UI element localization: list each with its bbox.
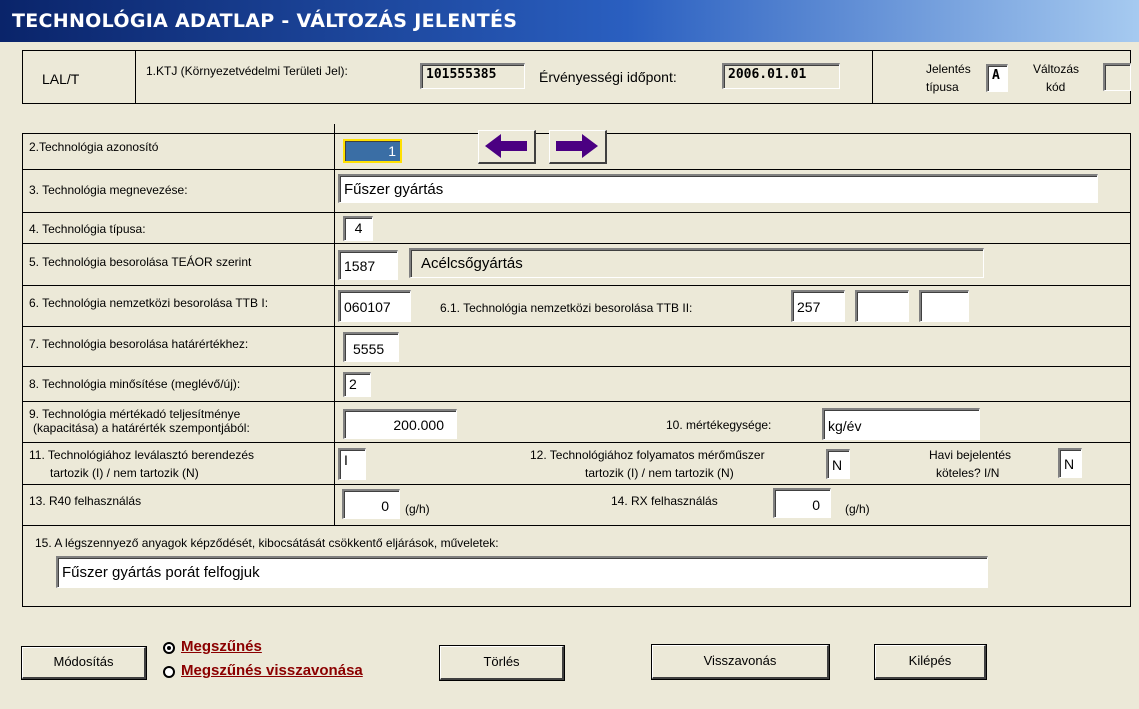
unit-label: 10. mértékegysége: [666,418,772,432]
capacity-label: 9. Technológia mértékadó teljesítménye [29,407,241,421]
change-code-label: Változás [1033,62,1080,76]
report-type-label: Jelentés [926,62,971,76]
ktj-field[interactable]: 101555385 [420,63,525,89]
limit-class-field[interactable]: 5555 [343,332,399,362]
ttb2-field-2[interactable] [855,290,909,322]
tech-name-field[interactable]: Fűszer gyártás [338,174,1098,203]
next-record-button[interactable] [549,130,607,164]
header-divider [872,50,873,104]
termination-revoke-text: Megszűnés visszavonása [181,662,363,679]
row-divider [22,243,1131,244]
window-title: TECHNOLÓGIA ADATLAP - VÁLTOZÁS JELENTÉS [12,10,518,32]
unit-field[interactable]: kg/év [822,408,980,440]
r40-unit: (g/h) [405,502,430,516]
exit-button[interactable]: Kilépés [875,645,986,679]
reduction-label: 15. A légszennyező anyagok képződését, k… [35,536,499,550]
header-divider [135,50,136,104]
rx-label: 14. RX felhasználás [611,494,718,508]
capacity-field[interactable]: 200.000 [343,409,457,439]
teaor-name-field: Acélcsőgyártás [409,248,984,278]
ttb2-field-3[interactable] [919,290,969,322]
title-bar: TECHNOLÓGIA ADATLAP - VÁLTOZÁS JELENTÉS [0,0,1139,42]
separator-field[interactable]: I [338,448,366,480]
ktj-label: 1.KTJ (Környezetvédelmi Területi Jel): [146,64,348,78]
arrow-right-icon [556,134,598,158]
prev-record-button[interactable] [478,130,536,164]
termination-label[interactable]: Megszűnés [181,638,262,655]
termination-radio[interactable] [163,642,175,654]
r40-field[interactable]: 0 [342,489,400,519]
reduction-field[interactable]: Fűszer gyártás porát felfogjuk [56,556,988,588]
monthly-report-label: Havi bejelentés [929,448,1012,462]
rx-field[interactable]: 0 [773,488,831,518]
modify-button-label: Módosítás [53,654,114,669]
exit-button-label: Kilépés [908,653,952,668]
teaor-code-field[interactable]: 1587 [338,250,398,280]
ttb2-field-1[interactable]: 257 [791,290,845,322]
row-divider [22,366,1131,367]
row-divider [22,285,1131,286]
tech-name-label: 3. Technológia megnevezése: [29,183,188,197]
revoke-button-label: Visszavonás [703,653,777,668]
arrow-left-icon [485,134,527,158]
change-code-field[interactable] [1103,63,1131,91]
teaor-label: 5. Technológia besorolása TEÁOR szerint [29,255,252,269]
tech-id-field[interactable]: 1 [343,139,402,163]
ttb1-label: 6. Technológia nemzetközi besorolása TTB… [29,296,269,310]
meter-field[interactable]: N [826,449,850,479]
qualification-field[interactable]: 2 [343,372,371,397]
limit-class-label: 7. Technológia besorolása határértékhez: [29,337,249,351]
termination-revoke-label[interactable]: Megszűnés visszavonása [181,662,363,679]
validity-field[interactable]: 2006.01.01 [722,63,840,89]
capacity-label: (kapacitása) a határérték szempontjából: [33,421,250,435]
tech-type-field[interactable]: 4 [343,216,373,241]
separator-label: 11. Technológiához leválasztó berendezés [29,448,255,462]
qualification-label: 8. Technológia minősítése (meglévő/új): [29,377,241,391]
row-divider [22,212,1131,213]
monthly-report-label: köteles? I/N [936,466,1000,480]
row-divider [22,169,1131,170]
tech-type-label: 4. Technológia típusa: [29,222,146,236]
delete-button-label: Törlés [483,654,520,669]
form-code: LAL/T [42,71,80,87]
rx-unit: (g/h) [845,502,870,516]
form-column-divider [334,124,335,525]
r40-label: 13. R40 felhasználás [29,494,142,508]
change-code-label: kód [1046,80,1066,94]
revoke-button[interactable]: Visszavonás [652,645,829,679]
row-divider [22,525,1131,526]
row-divider [22,401,1131,402]
tech-id-label: 2.Technológia azonosító [29,140,159,154]
meter-label: tartozik (I) / nem tartozik (N) [585,466,734,480]
delete-button[interactable]: Törlés [440,646,564,680]
termination-revoke-radio[interactable] [163,666,175,678]
modify-button[interactable]: Módosítás [22,647,146,679]
row-divider [22,442,1131,443]
report-type-label: típusa [926,80,959,94]
validity-label: Érvényességi időpont: [539,69,677,85]
meter-label: 12. Technológiához folyamatos mérőműszer [530,448,765,462]
monthly-report-field[interactable]: N [1058,448,1082,478]
separator-label: tartozik (I) / nem tartozik (N) [50,466,199,480]
report-type-field[interactable]: A [986,64,1008,92]
ttb2-label: 6.1. Technológia nemzetközi besorolása T… [440,301,693,315]
ttb1-field[interactable]: 060107 [338,290,411,322]
row-divider [22,326,1131,327]
row-divider [22,484,1131,485]
